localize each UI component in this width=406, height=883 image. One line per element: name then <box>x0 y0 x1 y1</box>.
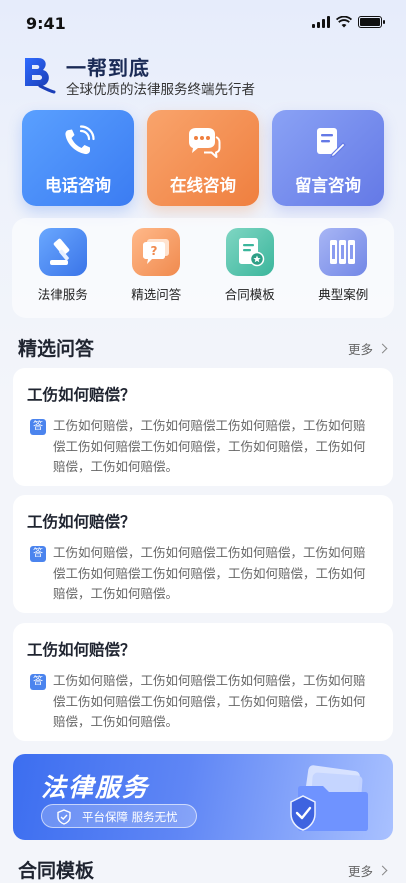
brand-logo-icon <box>25 58 56 94</box>
section-title: 精选问答 <box>18 338 95 360</box>
qa-card[interactable]: 工伤如何赔偿？ 答 工伤如何赔偿，工伤如何赔偿工伤如何赔偿，工伤如何赔偿工伤如何… <box>13 495 393 613</box>
wifi-icon <box>336 16 352 28</box>
phone-icon <box>65 125 95 155</box>
status-icons <box>312 16 385 28</box>
shield-check-icon <box>57 809 71 825</box>
message-consult-label: 留言咨询 <box>295 176 361 195</box>
phone-consult-button[interactable]: 电话咨询 <box>22 110 134 206</box>
service-label: 精选问答 <box>131 287 182 302</box>
status-bar: 9:41 <box>0 0 406 44</box>
qa-answer: 工伤如何赔偿，工伤如何赔偿工伤如何赔偿，工伤如何赔偿工伤如何赔偿工伤如何赔偿，工… <box>53 418 366 474</box>
books-icon <box>319 228 368 276</box>
service-label: 典型案例 <box>318 287 369 302</box>
service-label: 法律服务 <box>37 287 88 302</box>
legal-service-banner[interactable]: 法律服务 平台保障 服务无忧 <box>13 754 393 840</box>
service-grid: 法律服务 ? 精选问答 合同模板 典型案例 <box>12 218 394 318</box>
message-consult-button[interactable]: 留言咨询 <box>272 110 384 206</box>
banner-tagline: 平台保障 服务无忧 <box>82 810 178 824</box>
qa-card[interactable]: 工伤如何赔偿？ 答 工伤如何赔偿，工伤如何赔偿工伤如何赔偿，工伤如何赔偿工伤如何… <box>13 368 393 486</box>
contract-more-link[interactable]: 更多 <box>347 861 388 880</box>
battery-icon <box>358 16 385 28</box>
answer-badge: 答 <box>30 419 46 435</box>
consult-options: 电话咨询 在线咨询 留言咨询 <box>22 110 384 206</box>
service-item-contract[interactable]: 合同模板 <box>210 218 290 318</box>
phone-consult-label: 电话咨询 <box>45 176 111 195</box>
section-title: 合同模板 <box>18 860 95 882</box>
gavel-icon <box>38 228 87 276</box>
brand-slogan: 全球优质的法律服务终端先行者 <box>66 82 255 98</box>
service-item-cases[interactable]: 典型案例 <box>303 218 383 318</box>
brand-header: 一帮到底 全球优质的法律服务终端先行者 <box>22 52 392 98</box>
cellular-signal-icon <box>312 16 330 28</box>
qa-answer: 工伤如何赔偿，工伤如何赔偿工伤如何赔偿，工伤如何赔偿工伤如何赔偿工伤如何赔偿，工… <box>53 673 366 729</box>
answer-badge: 答 <box>30 546 46 562</box>
banner-tagline-pill: 平台保障 服务无忧 <box>41 804 197 828</box>
banner-title: 法律服务 <box>41 773 150 802</box>
svg-text:?: ? <box>151 244 158 258</box>
online-consult-button[interactable]: 在线咨询 <box>147 110 259 206</box>
service-label: 合同模板 <box>224 287 275 302</box>
online-consult-label: 在线咨询 <box>170 176 236 195</box>
featured-qa-more-link[interactable]: 更多 <box>347 339 388 358</box>
status-time: 9:41 <box>26 14 66 33</box>
qa-card[interactable]: 工伤如何赔偿？ 答 工伤如何赔偿，工伤如何赔偿工伤如何赔偿，工伤如何赔偿工伤如何… <box>13 623 393 741</box>
contract-templates-header: 合同模板 更多 <box>18 856 390 882</box>
answer-badge: 答 <box>30 674 46 690</box>
more-label: 更多 <box>347 864 373 879</box>
note-icon <box>317 128 346 158</box>
question-chat-icon: ? <box>132 228 181 276</box>
featured-qa-header: 精选问答 更多 <box>18 334 390 360</box>
folder-shield-illustration-icon <box>290 765 368 831</box>
more-label: 更多 <box>347 342 373 357</box>
chevron-right-icon <box>377 343 388 354</box>
qa-answer: 工伤如何赔偿，工伤如何赔偿工伤如何赔偿，工伤如何赔偿工伤如何赔偿工伤如何赔偿，工… <box>53 545 366 601</box>
chevron-right-icon <box>377 865 388 876</box>
service-item-legal[interactable]: 法律服务 <box>23 218 103 318</box>
brand-name: 一帮到底 <box>66 56 150 80</box>
qa-question: 工伤如何赔偿？ <box>27 386 136 404</box>
contract-icon <box>225 228 274 276</box>
qa-question: 工伤如何赔偿？ <box>27 641 136 659</box>
service-item-qa[interactable]: ? 精选问答 <box>116 218 196 318</box>
qa-question: 工伤如何赔偿？ <box>27 513 136 531</box>
chat-icon <box>189 128 221 158</box>
